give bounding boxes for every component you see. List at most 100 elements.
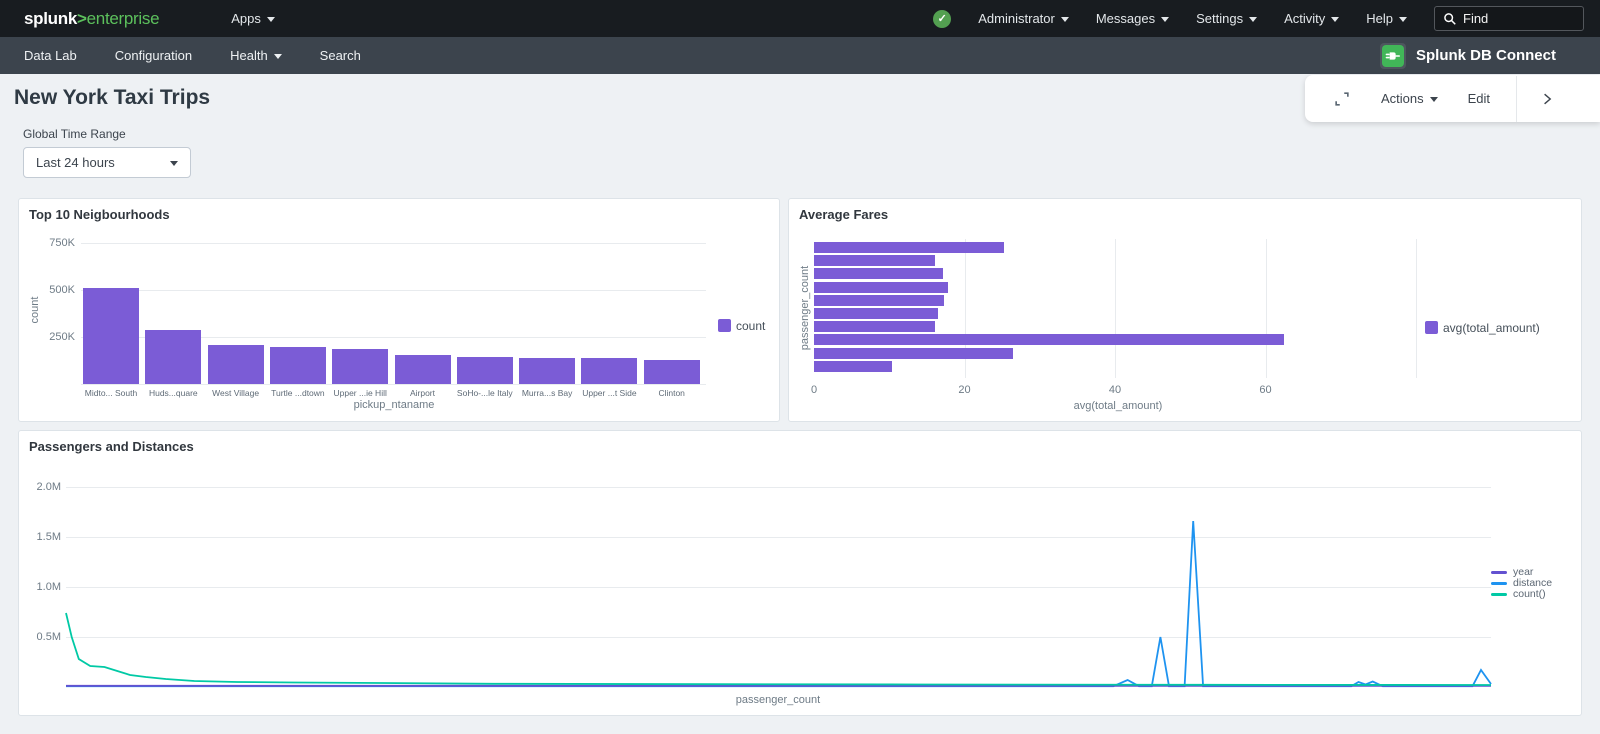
- dashboard-toolbar: Actions Edit: [1305, 75, 1600, 122]
- nav-item-search[interactable]: Search: [301, 37, 380, 74]
- bar-Clinton[interactable]: [644, 360, 700, 384]
- x-tick-label: 60: [1251, 384, 1281, 396]
- help-menu[interactable]: Help: [1366, 11, 1407, 26]
- gridline: [81, 290, 706, 291]
- panel-title: Top 10 Neigbourhoods: [29, 207, 170, 222]
- legend-swatch: [718, 319, 731, 332]
- settings-menu[interactable]: Settings: [1196, 11, 1257, 26]
- bar-West Village[interactable]: [208, 345, 264, 384]
- bar-passenger-count-2[interactable]: [814, 268, 943, 279]
- x-tick-label: 20: [950, 384, 980, 396]
- legend-swatch: [1425, 321, 1438, 334]
- bar-passenger-count-6[interactable]: [814, 321, 935, 332]
- caret-down-icon: [1161, 17, 1169, 22]
- top-nav: splunk>enterprise Apps ✓ Administrator M…: [0, 0, 1600, 37]
- administrator-menu[interactable]: Administrator: [978, 11, 1069, 26]
- nav-item-configuration[interactable]: Configuration: [96, 37, 211, 74]
- magnifier-icon: [1443, 12, 1457, 26]
- toolbar-divider: [1516, 76, 1517, 122]
- line-chart-canvas: [66, 467, 1491, 695]
- legend-label: count(): [1513, 588, 1546, 600]
- nav-item-data-lab[interactable]: Data Lab: [0, 37, 96, 74]
- x-category-label: Upper ...t Side: [578, 388, 640, 398]
- panel-title: Average Fares: [799, 207, 888, 222]
- caret-down-icon: [274, 54, 282, 59]
- x-category-label: Clinton: [641, 388, 703, 398]
- messages-menu[interactable]: Messages: [1096, 11, 1169, 26]
- logo-product-text: enterprise: [87, 9, 160, 28]
- administrator-menu-label: Administrator: [978, 11, 1055, 26]
- bar-passenger-count-9[interactable]: [814, 361, 892, 372]
- bar-SoHo-...le Italy[interactable]: [457, 357, 513, 384]
- bar-passenger-count-8[interactable]: [814, 348, 1013, 359]
- bar-Midto... South[interactable]: [83, 288, 139, 384]
- panel-average-fares: Average Fares 0 20 40 60 passenger_count avg(…: [788, 198, 1582, 422]
- splunk-logo[interactable]: splunk>enterprise: [24, 9, 159, 29]
- bar-passenger-count-1[interactable]: [814, 255, 935, 266]
- help-menu-label: Help: [1366, 11, 1393, 26]
- bar-Upper ...t Side[interactable]: [581, 358, 637, 384]
- apps-menu[interactable]: Apps: [231, 11, 275, 26]
- edit-button[interactable]: Edit: [1468, 91, 1490, 106]
- actions-button[interactable]: Actions: [1381, 91, 1438, 106]
- y-axis-label: count: [29, 290, 41, 330]
- expand-corners-icon[interactable]: [1333, 90, 1351, 108]
- apps-menu-label: Apps: [231, 11, 261, 26]
- x-category-label: Midto... South: [80, 388, 142, 398]
- x-category-label: Murra...s Bay: [516, 388, 578, 398]
- gridline: [1115, 239, 1116, 378]
- x-category-label: West Village: [205, 388, 267, 398]
- bar-Upper ...ie Hill[interactable]: [332, 349, 388, 384]
- bar-Turtle ...dtown[interactable]: [270, 347, 326, 384]
- nav-item-health[interactable]: Health: [211, 37, 301, 74]
- y-tick-label: 1.5M: [25, 531, 61, 543]
- messages-menu-label: Messages: [1096, 11, 1155, 26]
- global-time-range-label: Global Time Range: [23, 127, 126, 141]
- check-circle-icon[interactable]: ✓: [933, 10, 951, 28]
- bar-passenger-count-7[interactable]: [814, 334, 1284, 345]
- legend-label: avg(total_amount): [1443, 321, 1540, 335]
- caret-down-icon: [170, 161, 178, 166]
- bar-Murra...s Bay[interactable]: [519, 358, 575, 384]
- y-axis-label: passenger_count: [799, 253, 811, 363]
- app-branding[interactable]: Splunk DB Connect: [1380, 43, 1556, 69]
- line-series-distance[interactable]: [66, 521, 1491, 686]
- activity-menu[interactable]: Activity: [1284, 11, 1339, 26]
- legend-line-swatch: [1491, 582, 1507, 585]
- bar-Huds...quare[interactable]: [145, 330, 201, 384]
- caret-down-icon: [1331, 17, 1339, 22]
- chevron-right-icon[interactable]: [1539, 91, 1555, 107]
- y-tick-label: 2.0M: [25, 481, 61, 493]
- bar-passenger-count-5[interactable]: [814, 308, 938, 319]
- logo-splunk-text: splunk: [24, 9, 77, 28]
- activity-menu-label: Activity: [1284, 11, 1325, 26]
- x-axis-label: passenger_count: [703, 694, 853, 706]
- x-category-label: Huds...quare: [142, 388, 204, 398]
- x-axis-label: pickup_ntaname: [319, 399, 469, 411]
- bar-passenger-count-3[interactable]: [814, 282, 948, 293]
- actions-button-label: Actions: [1381, 91, 1424, 106]
- settings-menu-label: Settings: [1196, 11, 1243, 26]
- time-range-dropdown[interactable]: Last 24 hours: [23, 147, 191, 178]
- find-input[interactable]: [1463, 11, 1575, 26]
- gridline: [1266, 239, 1267, 378]
- bar-passenger-count-0[interactable]: [814, 242, 1004, 253]
- nav-item-configuration-label: Configuration: [115, 48, 192, 63]
- y-tick-label: 1.0M: [25, 581, 61, 593]
- find-search-box[interactable]: [1434, 6, 1584, 31]
- panel-passengers-distances: Passengers and Distances 0.5M1.0M1.5M2.0…: [18, 430, 1582, 716]
- bar-Airport[interactable]: [395, 355, 451, 384]
- line-series-count()[interactable]: [66, 613, 1491, 685]
- x-category-label: Upper ...ie Hill: [329, 388, 391, 398]
- x-tick-label: 0: [799, 384, 829, 396]
- panel-title: Passengers and Distances: [29, 439, 194, 454]
- edit-button-label: Edit: [1468, 91, 1490, 106]
- x-tick-label: 40: [1100, 384, 1130, 396]
- caret-down-icon: [267, 17, 275, 22]
- caret-down-icon: [1061, 17, 1069, 22]
- y-tick-label: 750K: [41, 237, 75, 249]
- bar-passenger-count-4[interactable]: [814, 295, 944, 306]
- dashboard-main: New York Taxi Trips Actions Edit Global …: [0, 74, 1600, 734]
- caret-down-icon: [1399, 17, 1407, 22]
- nav-item-data-lab-label: Data Lab: [24, 48, 77, 63]
